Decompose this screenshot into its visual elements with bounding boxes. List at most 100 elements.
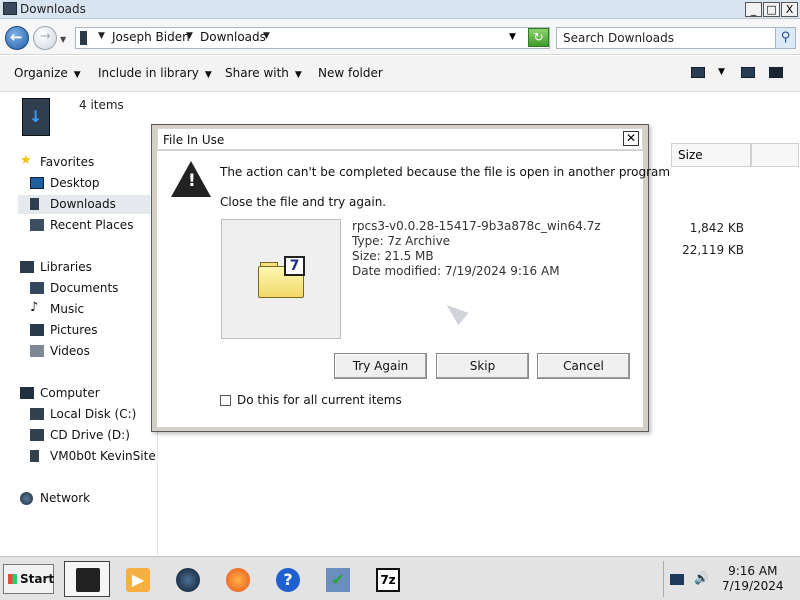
skip-button[interactable]: Skip [436,353,529,379]
nav-network-share[interactable]: VM0b0t KevinSite [30,447,156,466]
cancel-button[interactable]: Cancel [537,353,630,379]
taskbar-app-button[interactable]: ✔ [314,561,360,597]
libraries-icon [20,261,34,273]
forward-button[interactable]: → [33,26,57,50]
nav-network-share-label: VM0b0t KevinSite [50,449,156,463]
music-icon: ♪ [30,300,39,315]
explorer-window-icon [3,2,17,15]
nav-recent-places[interactable]: Recent Places [30,216,150,235]
try-again-button[interactable]: Try Again [334,353,427,379]
nav-libraries[interactable]: Libraries [20,258,150,277]
new-folder-button[interactable]: New folder [318,66,383,80]
search-icon[interactable]: ⚲ [775,28,795,48]
address-history-dropdown-icon[interactable]: ▼ [509,32,516,42]
include-in-library-label: Include in library [98,66,199,80]
dialog-body: ! The action can't be completed because … [157,151,670,427]
dialog-titlebar: File In Use ✕ [157,128,643,150]
network-drive-icon [30,450,39,462]
search-box[interactable]: ⚲ [556,27,796,49]
clock-date: 7/19/2024 [722,579,784,593]
breadcrumb-downloads[interactable]: Downloads [200,30,266,44]
downloads-folder-icon: ↓ [22,98,50,136]
breadcrumb-chevron-icon[interactable]: ▼ [186,31,193,41]
nav-music[interactable]: ♪ Music [30,300,150,319]
taskbar-firefox-button[interactable] [214,561,260,597]
nav-desktop-label: Desktop [50,176,100,190]
nav-local-disk-label: Local Disk (C:) [50,407,137,421]
address-bar-row: ← → ▼ ▼ Joseph Biden ▼ Downloads ▼ ▼ ↻ ⚲ [0,19,800,55]
nav-cd-drive[interactable]: CD Drive (D:) [30,426,150,445]
nav-cd-drive-label: CD Drive (D:) [50,428,130,442]
volume-tray-icon[interactable]: 🔊 [694,571,709,585]
documents-icon [30,282,44,294]
include-in-library-menu[interactable]: Include in library ▼ [98,66,212,80]
breadcrumb-root-chevron-icon[interactable]: ▼ [98,31,105,41]
search-input[interactable] [559,30,769,46]
column-header-extra[interactable] [751,143,799,167]
taskbar: Start ▶ ? ✔ 7z 🔊 9:16 AM 7/19/2024 [0,556,800,600]
nav-documents[interactable]: Documents [30,279,150,298]
network-icon [20,492,33,505]
apply-to-all-checkbox[interactable] [220,395,231,406]
desktop-icon [30,177,44,189]
nav-pictures-label: Pictures [50,323,98,337]
start-button[interactable]: Start [3,564,54,594]
system-tray: 🔊 9:16 AM 7/19/2024 [663,561,797,597]
file-size: Size: 21.5 MB [352,249,434,263]
taskbar-explorer-button[interactable] [64,561,110,597]
nav-videos[interactable]: Videos [30,342,150,361]
command-bar: Organize ▼ Include in library ▼ Share with… [0,56,800,92]
refresh-button[interactable]: ↻ [528,28,549,47]
network-tray-icon[interactable] [670,574,684,585]
chevron-down-icon: ▼ [73,70,81,80]
file-size-cell: 22,119 KB [682,243,744,257]
recent-pages-dropdown-icon[interactable]: ▼ [60,35,66,44]
maximize-button[interactable]: □ [763,2,780,17]
address-field[interactable]: ▼ Joseph Biden ▼ Downloads ▼ ▼ [75,27,550,49]
nav-recent-places-label: Recent Places [50,218,134,232]
column-header-size[interactable]: Size [671,143,751,167]
taskbar-media-player-button[interactable]: ▶ [114,561,160,597]
location-icon [80,31,87,45]
help-icon[interactable] [769,67,783,78]
star-icon: ★ [20,153,32,168]
window-title: Downloads [20,2,86,16]
back-button[interactable]: ← [5,26,29,50]
change-view-icon[interactable] [691,67,705,78]
dialog-title: File In Use [163,133,225,147]
dialog-close-button[interactable]: ✕ [623,131,639,146]
system-clock[interactable]: 9:16 AM 7/19/2024 [722,564,784,594]
share-with-label: Share with [225,66,289,80]
globe-icon [176,568,200,592]
minimize-button[interactable]: _ [745,2,762,17]
share-with-menu[interactable]: Share with ▼ [225,66,302,80]
nav-videos-label: Videos [50,344,90,358]
file-explorer-icon [76,568,100,592]
navigation-pane: ★ Favorites Desktop Downloads Recent Pla… [0,140,158,555]
sevenzip-badge-icon: 7 [284,256,305,276]
hard-disk-icon [30,408,44,420]
clock-time: 9:16 AM [728,564,778,578]
nav-computer[interactable]: Computer [20,384,150,403]
file-thumbnail: 7 [221,219,341,339]
computer-icon [20,387,34,399]
breadcrumb-chevron-icon[interactable]: ▼ [263,31,270,41]
close-window-button[interactable]: X [781,2,798,17]
taskbar-7zip-button[interactable]: 7z [364,561,410,597]
nav-documents-label: Documents [50,281,119,295]
taskbar-network-button[interactable] [164,561,210,597]
nav-desktop[interactable]: Desktop [30,174,150,193]
nav-downloads[interactable]: Downloads [18,195,150,214]
help-question-icon: ? [276,568,300,592]
preview-pane-icon[interactable] [741,67,755,78]
nav-local-disk[interactable]: Local Disk (C:) [30,405,150,424]
taskbar-help-button[interactable]: ? [264,561,310,597]
apply-to-all-label[interactable]: Do this for all current items [237,393,402,407]
nav-pictures[interactable]: Pictures [30,321,150,340]
breadcrumb-user[interactable]: Joseph Biden [112,30,190,44]
nav-favorites[interactable]: ★ Favorites [20,153,150,172]
view-options-dropdown-icon[interactable]: ▼ [718,67,725,77]
organize-menu[interactable]: Organize ▼ [14,66,81,80]
nav-network[interactable]: Network [20,489,150,508]
chevron-down-icon: ▼ [204,70,212,80]
